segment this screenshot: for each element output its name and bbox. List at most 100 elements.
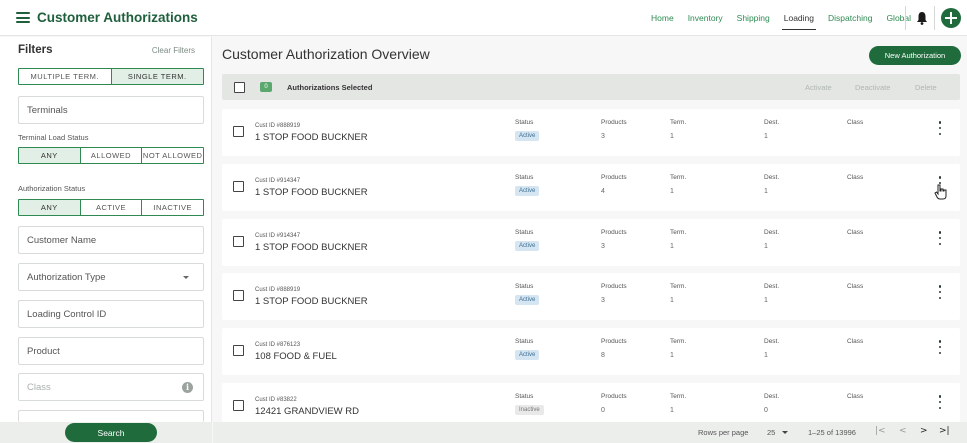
customer-name-input[interactable]: Customer Name — [18, 226, 204, 254]
new-authorization-button[interactable]: New Authorization — [869, 46, 961, 65]
menu-icon[interactable] — [16, 12, 30, 23]
products-value: 3 — [601, 133, 605, 140]
auth-status-active[interactable]: ACTIVE — [80, 200, 143, 215]
toggle-multiple-term[interactable]: MULTIPLE TERM. — [19, 69, 112, 84]
load-status-toggle: ANY ALLOWED NOT ALLOWED — [18, 147, 204, 164]
rows-per-page-label: Rows per page — [698, 428, 749, 437]
table-row[interactable]: Cust ID #914347 1 STOP FOOD BUCKNER Status… — [222, 164, 960, 211]
term-header: Term. — [670, 174, 687, 181]
chevron-down-icon — [183, 276, 189, 279]
auth-status-any[interactable]: ANY — [19, 200, 81, 215]
nav-shipping[interactable]: Shipping — [730, 0, 777, 36]
authorization-type-select[interactable]: Authorization Type — [18, 263, 204, 291]
customer-name: 12421 GRANDVIEW RD — [255, 406, 360, 417]
customer-name: 1 STOP FOOD BUCKNER — [255, 187, 368, 198]
dest-value: 1 — [764, 352, 768, 359]
product-input[interactable]: Product — [18, 337, 204, 365]
first-page-icon[interactable]: |< — [875, 426, 886, 436]
next-page-icon[interactable]: > — [920, 426, 928, 436]
next-filter-field[interactable] — [18, 410, 204, 422]
info-icon[interactable]: i — [182, 382, 193, 393]
clear-filters-link[interactable]: Clear Filters — [152, 46, 195, 55]
products-value: 3 — [601, 297, 605, 304]
auth-status-inactive[interactable]: INACTIVE — [142, 200, 204, 215]
customer-name: 108 FOOD & FUEL — [255, 351, 337, 362]
load-status-not-allowed[interactable]: NOT ALLOWED — [142, 148, 204, 163]
term-value: 1 — [670, 243, 674, 250]
customer-id: Cust ID #83822 — [255, 397, 297, 403]
table-row[interactable]: Cust ID #914347 1 STOP FOOD BUCKNER Status… — [222, 219, 960, 266]
dest-header: Dest. — [764, 338, 780, 345]
page-range: 1–25 of 13996 — [808, 428, 856, 437]
row-checkbox[interactable] — [233, 126, 244, 137]
load-status-any[interactable]: ANY — [19, 148, 81, 163]
load-status-allowed[interactable]: ALLOWED — [80, 148, 143, 163]
search-button[interactable]: Search — [65, 423, 157, 442]
status-header: Status — [515, 393, 534, 400]
more-options-icon[interactable] — [932, 174, 948, 192]
customer-name: 1 STOP FOOD BUCKNER — [255, 132, 368, 143]
products-value: 4 — [601, 188, 605, 195]
row-checkbox[interactable] — [233, 290, 244, 301]
nav-divider — [934, 6, 935, 30]
products-header: Products — [601, 393, 627, 400]
chevron-down-icon[interactable] — [782, 431, 788, 434]
dest-header: Dest. — [764, 393, 780, 400]
status-header: Status — [515, 174, 534, 181]
term-toggle: MULTIPLE TERM. SINGLE TERM. — [18, 68, 204, 85]
row-checkbox[interactable] — [233, 236, 244, 247]
more-options-icon[interactable] — [937, 395, 943, 409]
row-checkbox[interactable] — [233, 345, 244, 356]
nav-home[interactable]: Home — [644, 0, 681, 36]
status-header: Status — [515, 338, 534, 345]
bell-icon[interactable] — [916, 11, 928, 25]
status-header: Status — [515, 119, 534, 126]
filters-title: Filters — [18, 44, 53, 56]
page-title: Customer Authorization Overview — [222, 46, 430, 62]
delete-button[interactable]: Delete — [915, 83, 937, 92]
class-input[interactable]: Class i — [18, 373, 204, 401]
nav-global[interactable]: Global — [879, 0, 918, 36]
customer-id: Cust ID #888919 — [255, 123, 301, 129]
more-options-icon[interactable] — [937, 285, 943, 299]
selection-bar: 0 Authorizations Selected Activate Deact… — [222, 74, 960, 100]
toggle-single-term[interactable]: SINGLE TERM. — [111, 69, 203, 84]
table-row[interactable]: Cust ID #888919 1 STOP FOOD BUCKNER Status… — [222, 273, 960, 320]
status-badge: Active — [515, 186, 540, 196]
products-header: Products — [601, 283, 627, 290]
select-all-checkbox[interactable] — [234, 82, 245, 93]
deactivate-button[interactable]: Deactivate — [855, 83, 890, 92]
term-value: 1 — [670, 352, 674, 359]
prev-page-icon[interactable]: < — [899, 426, 907, 436]
dest-header: Dest. — [764, 174, 780, 181]
last-page-icon[interactable]: >| — [939, 426, 950, 436]
rows-per-page-select[interactable]: 25 — [767, 428, 775, 437]
more-options-icon[interactable] — [937, 231, 943, 245]
products-value: 3 — [601, 243, 605, 250]
loading-control-id-input[interactable]: Loading Control ID — [18, 300, 204, 328]
nav-inventory[interactable]: Inventory — [681, 0, 730, 36]
nav-divider — [905, 6, 906, 30]
nav-dispatching[interactable]: Dispatching — [821, 0, 879, 36]
table-row[interactable]: Cust ID #888919 1 STOP FOOD BUCKNER Status… — [222, 109, 960, 156]
row-checkbox[interactable] — [233, 400, 244, 411]
status-badge: Active — [515, 295, 540, 305]
products-header: Products — [601, 174, 627, 181]
nav-loading[interactable]: Loading — [777, 0, 821, 36]
table-row[interactable]: Cust ID #876123 108 FOOD & FUEL Status Acti… — [222, 328, 960, 375]
status-badge: Active — [515, 350, 540, 360]
filters-sidebar: Filters Clear Filters MULTIPLE TERM. SIN… — [0, 37, 212, 443]
add-icon[interactable] — [941, 8, 961, 28]
more-options-icon[interactable] — [937, 121, 943, 135]
selected-label: Authorizations Selected — [287, 83, 373, 92]
customer-name: 1 STOP FOOD BUCKNER — [255, 296, 368, 307]
activate-button[interactable]: Activate — [805, 83, 832, 92]
dest-value: 0 — [764, 407, 768, 414]
terminals-input[interactable]: Terminals — [18, 96, 204, 124]
table-row[interactable]: Cust ID #83822 12421 GRANDVIEW RD Status In… — [222, 383, 960, 422]
app-title: Customer Authorizations — [37, 10, 198, 25]
status-badge: Active — [515, 131, 540, 141]
more-options-icon[interactable] — [937, 340, 943, 354]
row-checkbox[interactable] — [233, 181, 244, 192]
top-bar: Customer Authorizations Home Inventory S… — [0, 0, 967, 36]
